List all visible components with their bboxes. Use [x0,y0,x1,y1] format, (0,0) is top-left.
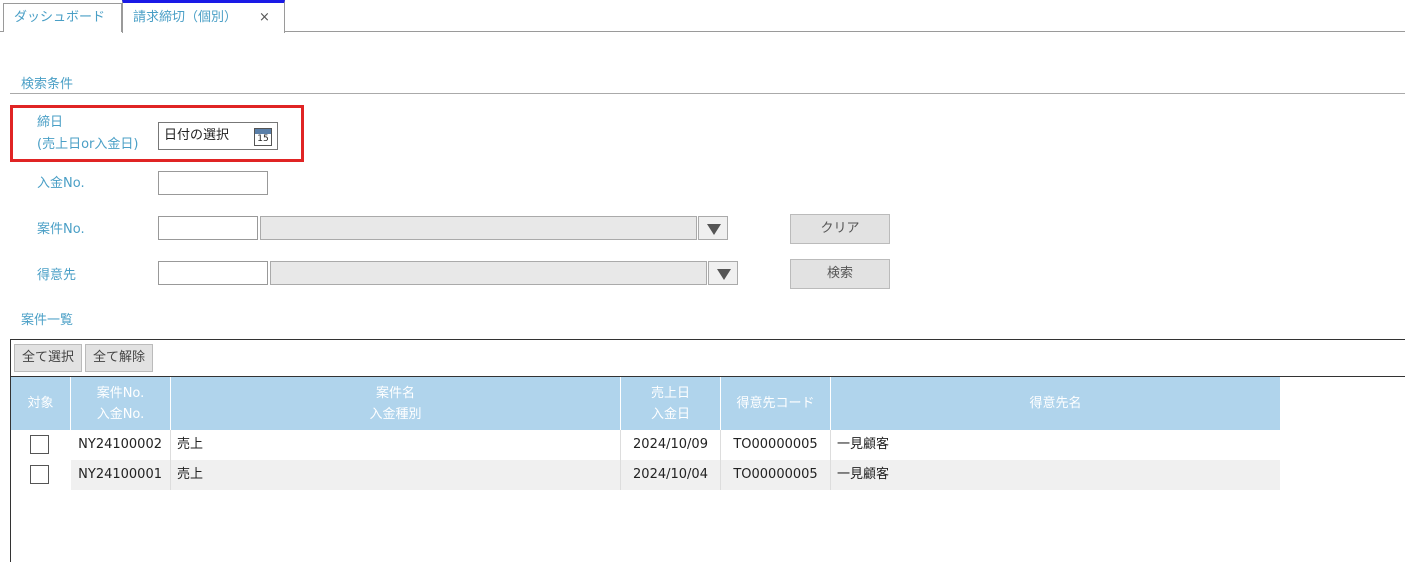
project-no-cell: NY24100002 [71,430,171,460]
calendar-number: 15 [257,134,269,144]
list-toolbar [10,339,1405,377]
closing-date-label-line2: (売上日or入金日) [37,137,139,152]
date-cell: 2024/10/04 [621,460,721,490]
row-checkbox[interactable] [30,465,49,484]
tab-billing-closing-label: 請求締切（個別） [133,10,238,25]
column-header-text: 案件名 [375,385,415,401]
customer-code-cell: TO00000005 [721,430,831,460]
column-header-customer-name: 得意先名 [831,377,1280,430]
closing-date-picker[interactable]: 日付の選択 15 [158,122,278,150]
select-all-button[interactable]: 全て選択 [14,344,82,372]
deselect-all-button[interactable]: 全て解除 [85,344,153,372]
tab-billing-closing[interactable]: 請求締切（個別） × [122,0,285,33]
column-header-text: 入金No. [96,406,145,422]
project-no-input[interactable] [158,216,258,240]
project-name-select[interactable] [260,216,697,240]
column-header-text: 対象 [27,396,54,411]
customer-code-cell: TO00000005 [721,460,831,490]
column-header-customer-code: 得意先コード [721,377,831,430]
customer-code-input[interactable] [158,261,268,285]
table-row[interactable]: NY24100001 売上 2024/10/04 TO00000005 一見顧客 [11,460,1280,490]
column-header-text: 売上日 [650,385,690,401]
row-checkbox[interactable] [30,435,49,454]
project-no-label: 案件No. [37,222,85,237]
dropdown-arrow-icon [717,269,731,280]
closing-date-label: 締日 (売上日or入金日) [37,112,138,156]
payment-no-input[interactable] [158,171,268,195]
calendar-icon[interactable]: 15 [254,128,272,146]
tab-dashboard-label: ダッシュボード [14,10,106,25]
project-name-cell: 売上 [177,430,621,460]
customer-name-cell: 一見顧客 [837,467,890,482]
column-header-project-name: 案件名 入金種別 [171,377,621,430]
customer-name-cell: 一見顧客 [837,437,890,452]
closing-date-label-line1: 締日 [37,115,64,130]
tab-dashboard[interactable]: ダッシュボード [3,3,122,32]
clear-button[interactable]: クリア [790,214,890,244]
search-section-title: 検索条件 [21,77,74,92]
divider [10,93,1405,94]
project-no-cell: NY24100001 [71,460,171,490]
project-name-cell: 売上 [177,460,621,490]
table-row[interactable]: NY24100002 売上 2024/10/09 TO00000005 一見顧客 [11,430,1280,460]
customer-dropdown-button[interactable] [708,261,738,285]
column-header-target: 対象 [11,377,71,430]
close-icon[interactable]: × [259,3,270,33]
column-header-sales-date: 売上日 入金日 [621,377,721,430]
project-dropdown-button[interactable] [698,216,728,240]
list-section-title: 案件一覧 [21,313,74,328]
column-header-text: 入金日 [650,406,690,422]
date-cell: 2024/10/09 [621,430,721,460]
customer-name-select[interactable] [270,261,707,285]
column-header-text: 得意先コード [736,396,815,411]
dropdown-arrow-icon [707,224,721,235]
closing-date-value: 日付の選択 [164,128,230,143]
customer-label: 得意先 [37,268,77,283]
search-button[interactable]: 検索 [790,259,890,289]
payment-no-label: 入金No. [37,176,85,191]
column-header-project-no: 案件No. 入金No. [71,377,171,430]
tab-bar: ダッシュボード 請求締切（個別） × [0,0,1405,33]
column-header-text: 入金種別 [369,406,422,422]
column-header-text: 案件No. [96,385,145,401]
column-header-text: 得意先名 [1029,396,1082,411]
